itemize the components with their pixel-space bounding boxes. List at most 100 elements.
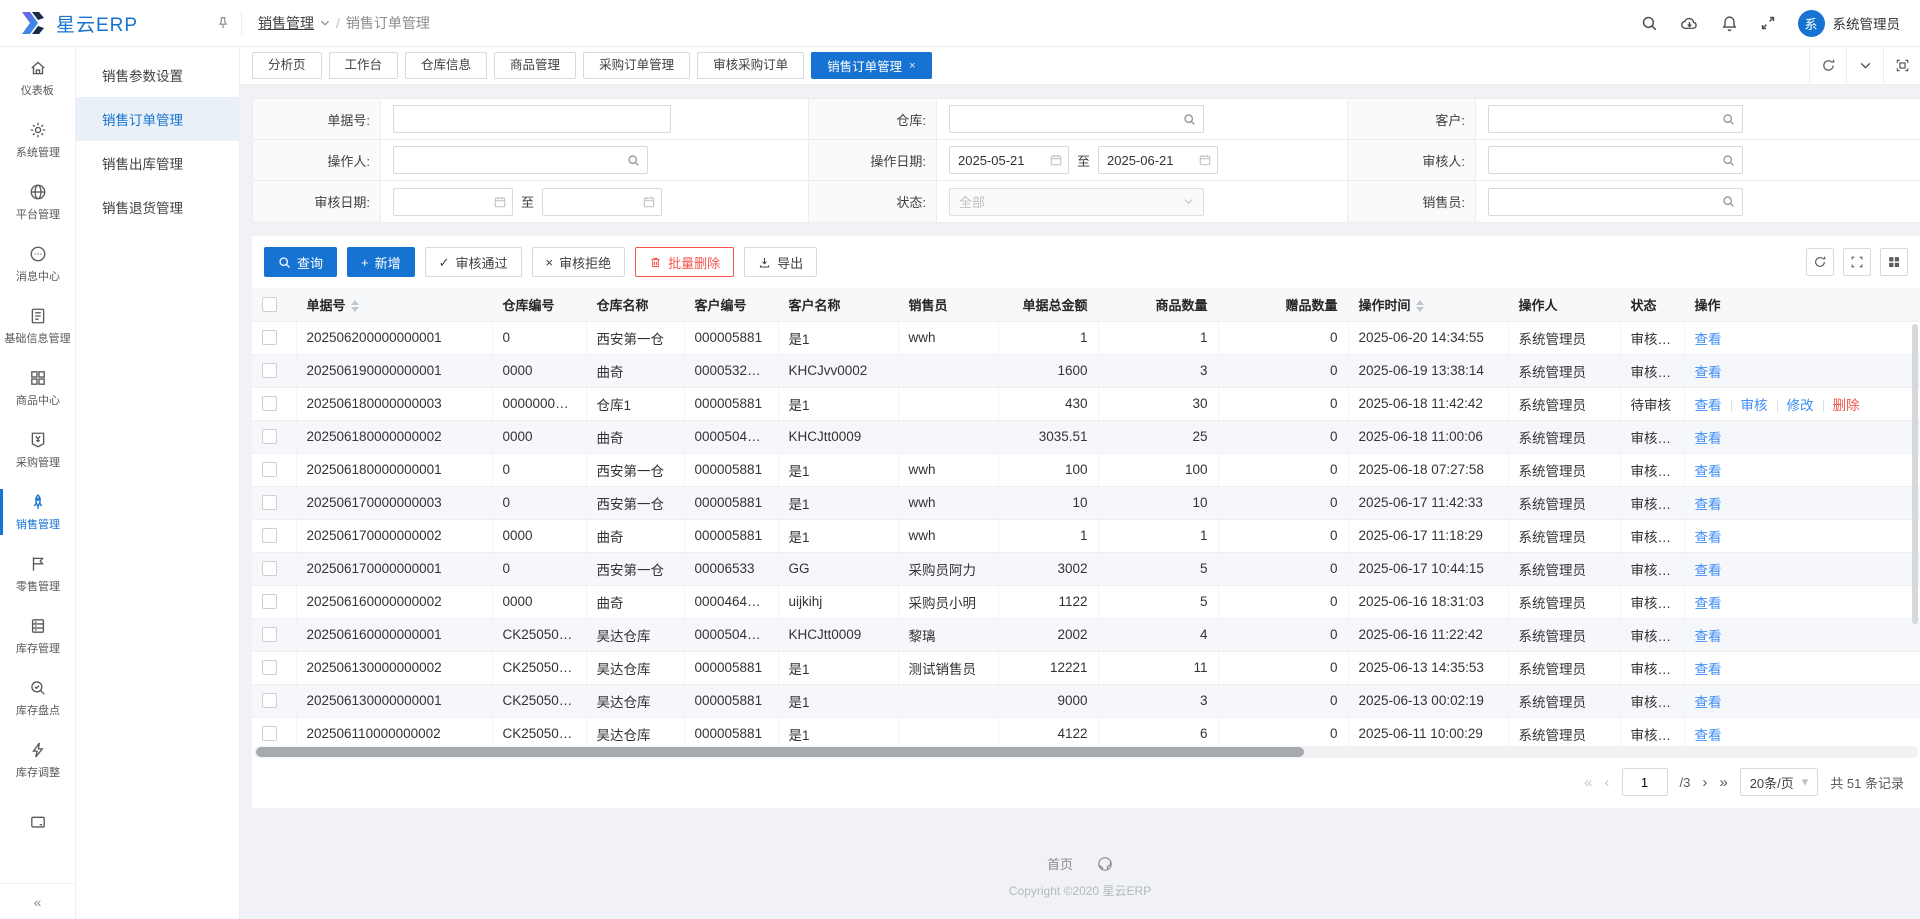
chevron-down-icon[interactable] — [1846, 47, 1883, 84]
sidebar-item-adjust[interactable]: 库存调整 — [0, 729, 75, 791]
action-view[interactable]: 查看 — [1695, 695, 1722, 710]
operator-input[interactable] — [393, 146, 648, 174]
query-button[interactable]: 查询 — [264, 247, 337, 277]
prev-page-button[interactable]: ‹ — [1605, 774, 1610, 791]
action-view[interactable]: 查看 — [1695, 464, 1722, 479]
submenu-item-sales-returns[interactable]: 销售退货管理 — [76, 185, 239, 229]
column-header-operate_time[interactable]: 操作时间 — [1348, 288, 1508, 321]
action-view[interactable]: 查看 — [1695, 662, 1722, 677]
approve-button[interactable]: ✓ 审核通过 — [425, 247, 522, 277]
search-icon[interactable] — [1183, 113, 1196, 126]
customer-input[interactable] — [1488, 105, 1743, 133]
export-button[interactable]: 导出 — [744, 247, 817, 277]
row-checkbox[interactable] — [262, 660, 277, 675]
submenu-item-sales-orders[interactable]: 销售订单管理 — [76, 97, 239, 141]
batch-delete-button[interactable]: 批量删除 — [635, 247, 734, 277]
brand[interactable]: 星云ERP — [0, 10, 205, 37]
expand-icon[interactable] — [1843, 248, 1871, 276]
sort-icon[interactable] — [1416, 300, 1424, 312]
action-view[interactable]: 查看 — [1695, 431, 1722, 446]
tab-sales-orders[interactable]: 销售订单管理 × — [811, 52, 931, 79]
cloud-download-icon[interactable] — [1680, 15, 1699, 32]
action-view[interactable]: 查看 — [1695, 530, 1722, 545]
row-checkbox[interactable] — [262, 627, 277, 642]
sidebar-item-sales[interactable]: 销售管理 — [0, 481, 75, 543]
auditor-input[interactable] — [1488, 146, 1743, 174]
row-checkbox[interactable] — [262, 396, 277, 411]
action-audit[interactable]: 审核 — [1741, 398, 1768, 413]
row-checkbox[interactable] — [262, 462, 277, 477]
sidebar-item-message[interactable]: 消息中心 — [0, 233, 75, 295]
row-checkbox[interactable] — [262, 594, 277, 609]
breadcrumb-root[interactable]: 销售管理 — [258, 13, 314, 33]
status-select[interactable]: 全部 — [949, 188, 1204, 216]
first-page-button[interactable]: « — [1584, 774, 1592, 791]
action-edit[interactable]: 修改 — [1787, 398, 1814, 413]
tab-product-mgmt[interactable]: 商品管理 — [494, 52, 576, 79]
search-icon[interactable] — [1722, 113, 1735, 126]
action-view[interactable]: 查看 — [1695, 728, 1722, 743]
user-menu[interactable]: 系 系统管理员 — [1798, 10, 1901, 37]
page-number-input[interactable] — [1622, 768, 1668, 796]
fullscreen-icon[interactable] — [1760, 15, 1776, 31]
search-icon[interactable] — [1641, 15, 1658, 32]
home-link[interactable]: 首页 — [1047, 854, 1073, 873]
github-icon[interactable] — [1097, 856, 1113, 872]
action-view[interactable]: 查看 — [1695, 596, 1722, 611]
row-checkbox[interactable] — [262, 693, 277, 708]
search-icon[interactable] — [1722, 195, 1735, 208]
column-header-order_no[interactable]: 单据号 — [296, 288, 492, 321]
sort-icon[interactable] — [351, 300, 359, 312]
bell-icon[interactable] — [1721, 15, 1738, 32]
sidebar-item-purchase[interactable]: 采购管理 — [0, 419, 75, 481]
search-icon[interactable] — [1722, 154, 1735, 167]
action-delete[interactable]: 删除 — [1833, 398, 1860, 413]
action-view[interactable]: 查看 — [1695, 629, 1722, 644]
pin-button[interactable] — [205, 16, 241, 30]
select-all-header[interactable] — [252, 288, 296, 321]
action-view[interactable]: 查看 — [1695, 332, 1722, 347]
row-checkbox[interactable] — [262, 363, 277, 378]
page-size-select[interactable]: 20条/页 ▾ — [1740, 768, 1819, 796]
sidebar-collapse-button[interactable]: « — [0, 883, 75, 919]
row-checkbox[interactable] — [262, 330, 277, 345]
sidebar-item-product[interactable]: 商品中心 — [0, 357, 75, 419]
select-all-checkbox[interactable] — [262, 297, 277, 312]
sidebar-item-platform[interactable]: 平台管理 — [0, 171, 75, 233]
submenu-item-sales-outbound[interactable]: 销售出库管理 — [76, 141, 239, 185]
sidebar-item-dashboard[interactable]: 仪表板 — [0, 47, 75, 109]
sidebar-item-inventory[interactable]: 库存管理 — [0, 605, 75, 667]
salesperson-input[interactable] — [1488, 188, 1743, 216]
search-icon[interactable] — [627, 154, 640, 167]
next-page-button[interactable]: › — [1702, 774, 1707, 791]
row-checkbox[interactable] — [262, 528, 277, 543]
row-checkbox[interactable] — [262, 495, 277, 510]
action-view[interactable]: 查看 — [1695, 563, 1722, 578]
tab-purchase-orders[interactable]: 采购订单管理 — [583, 52, 690, 79]
vertical-scrollbar[interactable] — [1912, 324, 1918, 624]
last-page-button[interactable]: » — [1719, 774, 1727, 791]
tab-audit-purchase[interactable]: 审核采购订单 — [697, 52, 804, 79]
submenu-item-sales-params[interactable]: 销售参数设置 — [76, 53, 239, 97]
columns-grid-icon[interactable] — [1880, 248, 1908, 276]
sidebar-item-system[interactable]: 系统管理 — [0, 109, 75, 171]
close-icon[interactable]: × — [909, 60, 915, 72]
horizontal-scrollbar[interactable] — [256, 747, 1304, 757]
tab-analysis[interactable]: 分析页 — [252, 52, 322, 79]
refresh-icon[interactable] — [1806, 248, 1834, 276]
row-checkbox[interactable] — [262, 429, 277, 444]
order-no-input[interactable] — [393, 105, 671, 133]
row-checkbox[interactable] — [262, 726, 277, 741]
sidebar-item-baseinfo[interactable]: 基础信息管理 — [0, 295, 75, 357]
frame-icon[interactable] — [1883, 47, 1920, 84]
tab-workbench[interactable]: 工作台 — [329, 52, 399, 79]
add-button[interactable]: + 新增 — [347, 247, 415, 277]
sidebar-item-settlement[interactable] — [0, 791, 75, 853]
sidebar-item-stocktake[interactable]: 库存盘点 — [0, 667, 75, 729]
action-view[interactable]: 查看 — [1695, 365, 1722, 380]
tab-warehouse-info[interactable]: 仓库信息 — [405, 52, 487, 79]
action-view[interactable]: 查看 — [1695, 497, 1722, 512]
refresh-icon[interactable] — [1809, 47, 1846, 84]
action-view[interactable]: 查看 — [1695, 398, 1722, 413]
sidebar-item-retail[interactable]: 零售管理 — [0, 543, 75, 605]
